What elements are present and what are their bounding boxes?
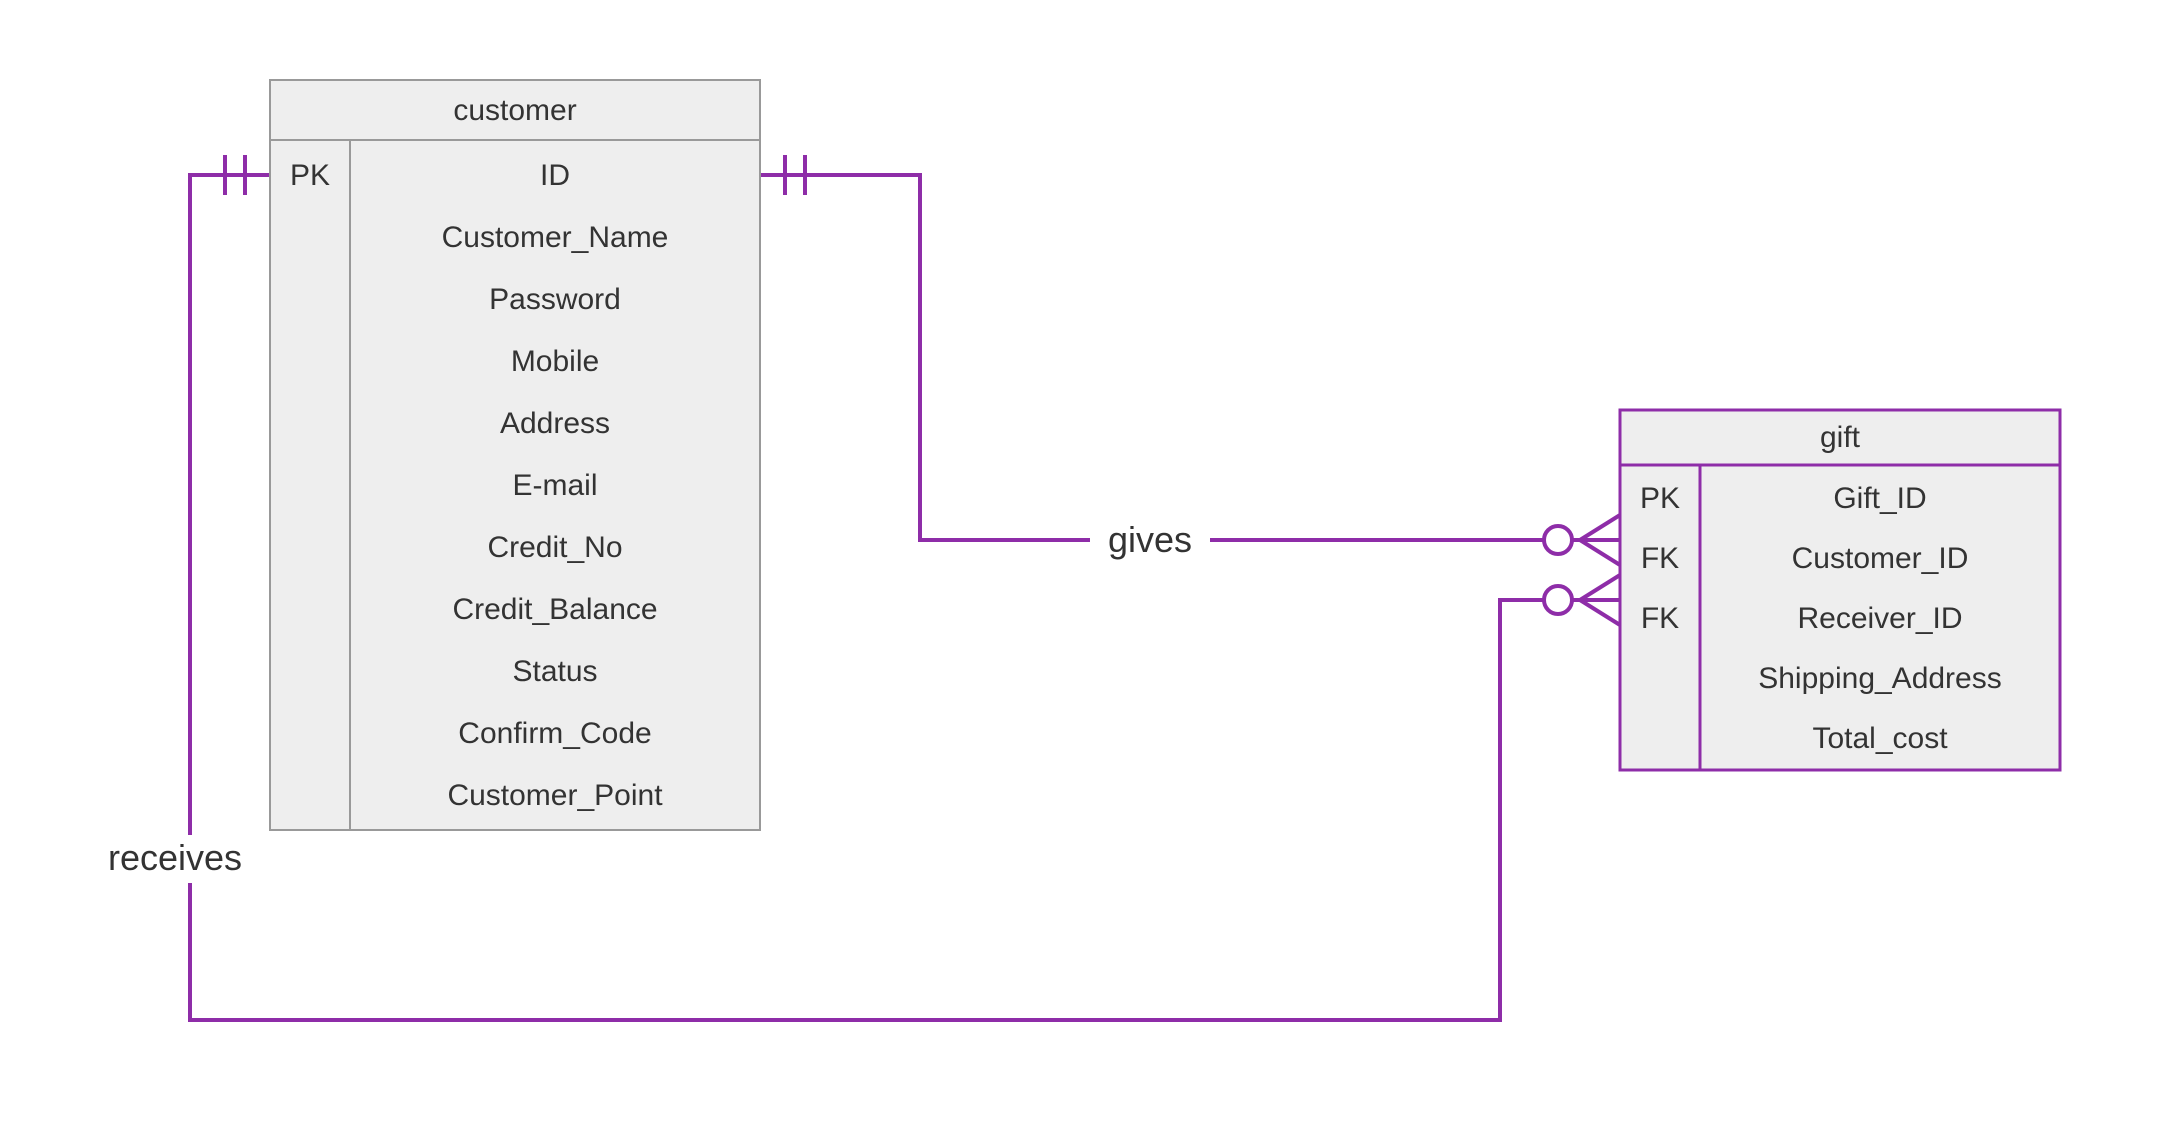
entity-customer-attr-6: Credit_No [487,531,622,564]
entity-customer-attr-10: Customer_Point [447,779,663,812]
entity-customer-attr-1: Customer_Name [442,221,669,254]
entity-customer-attr-7: Credit_Balance [452,593,657,626]
entity-customer-title: customer [453,94,576,127]
entity-customer-attr-4: Address [500,407,610,440]
entity-gift-attr-1: Customer_ID [1792,542,1969,575]
entity-customer-key-0: PK [290,159,330,192]
entity-customer-attr-9: Confirm_Code [458,717,651,750]
entity-gift-key-0: PK [1640,482,1680,515]
entity-customer-attr-5: E-mail [512,469,597,502]
entity-gift-attr-0: Gift_ID [1833,482,1926,515]
entity-customer: customer PK ID Customer_Name Password Mo… [270,80,760,830]
relationship-gives-label-text: gives [1108,519,1192,560]
relationship-gives: gives gives [760,155,1620,565]
entity-customer-attr-8: Status [512,655,597,688]
entity-gift-title: gift [1820,421,1861,454]
entity-gift-attr-4: Total_cost [1812,722,1948,755]
er-diagram: gives gives receives customer PK [0,0,2171,1139]
relationship-receives-label: receives [108,837,242,878]
entity-customer-attr-0: ID [540,159,570,192]
entity-customer-attr-2: Password [489,283,621,316]
entity-customer-attr-3: Mobile [511,345,599,378]
entity-gift: gift PK FK FK Gift_ID Customer_ID Receiv… [1620,410,2060,770]
entity-gift-key-2: FK [1641,602,1679,635]
entity-gift-key-1: FK [1641,542,1679,575]
entity-gift-attr-2: Receiver_ID [1797,602,1962,635]
entity-gift-attr-3: Shipping_Address [1758,662,2002,695]
